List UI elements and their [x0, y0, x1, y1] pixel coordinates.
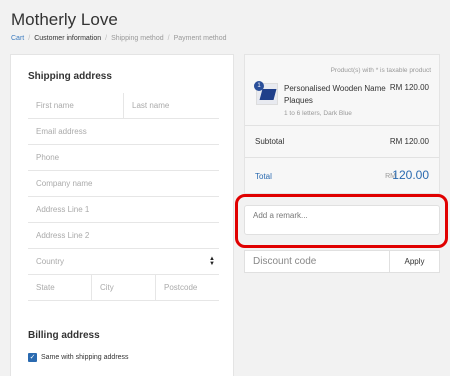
- breadcrumb-payment-method: Payment method: [173, 35, 227, 42]
- breadcrumb-separator: /: [28, 35, 31, 42]
- country-select-label: Country: [36, 257, 65, 266]
- shipping-address-title: Shipping address: [28, 71, 112, 82]
- subtotal-value: RM 120.00: [389, 137, 429, 146]
- first-name-field[interactable]: First name: [28, 93, 124, 119]
- discount-form: Discount code Apply: [244, 250, 440, 273]
- same-address-label[interactable]: Same with shipping address: [41, 353, 129, 362]
- last-name-field[interactable]: Last name: [124, 93, 219, 119]
- same-address-checkbox[interactable]: ✓: [28, 353, 37, 362]
- product-image: [259, 89, 277, 100]
- product-thumbnail: 1: [254, 81, 278, 105]
- address-line-2-field[interactable]: Address Line 2: [28, 223, 219, 249]
- breadcrumb-cart[interactable]: Cart: [11, 35, 24, 42]
- remark-highlight-annotation: [235, 194, 448, 248]
- checkmark-icon: ✓: [29, 354, 36, 361]
- divider: [245, 125, 439, 126]
- city-field[interactable]: City: [92, 275, 156, 301]
- product-variant: 1 to 6 letters, Dark Blue: [284, 110, 352, 117]
- breadcrumb: Cart / Customer information / Shipping m…: [11, 35, 226, 42]
- product-name: Personalised Wooden Name Plaques: [284, 84, 386, 105]
- company-field[interactable]: Company name: [28, 171, 219, 197]
- subtotal-label: Subtotal: [255, 137, 285, 146]
- customer-info-form: Shipping address First name Last name Em…: [10, 54, 234, 376]
- breadcrumb-separator: /: [167, 35, 170, 42]
- phone-field[interactable]: Phone: [28, 145, 219, 171]
- postcode-field[interactable]: Postcode: [156, 275, 219, 301]
- breadcrumb-separator: /: [105, 35, 108, 42]
- billing-address-title: Billing address: [28, 330, 100, 341]
- tax-note: Product(s) with * is taxable product: [330, 67, 431, 74]
- select-arrows-icon: ▲ ▼: [209, 256, 215, 267]
- quantity-badge: 1: [254, 81, 264, 91]
- email-field[interactable]: Email address: [28, 119, 219, 145]
- product-price: RM 120.00: [389, 83, 429, 92]
- address-line-1-field[interactable]: Address Line 1: [28, 197, 219, 223]
- discount-code-input[interactable]: Discount code: [253, 256, 316, 267]
- order-summary: Product(s) with * is taxable product 1 P…: [244, 54, 440, 194]
- breadcrumb-shipping-method: Shipping method: [111, 35, 164, 42]
- total-amount: 120.00: [392, 168, 429, 182]
- breadcrumb-customer-information: Customer information: [34, 35, 102, 42]
- divider: [245, 157, 439, 158]
- apply-button[interactable]: Apply: [389, 251, 439, 272]
- country-select[interactable]: Country ▲ ▼: [28, 249, 219, 275]
- store-title: Motherly Love: [11, 10, 118, 29]
- total-label: Total: [255, 172, 272, 181]
- state-field[interactable]: State: [28, 275, 92, 301]
